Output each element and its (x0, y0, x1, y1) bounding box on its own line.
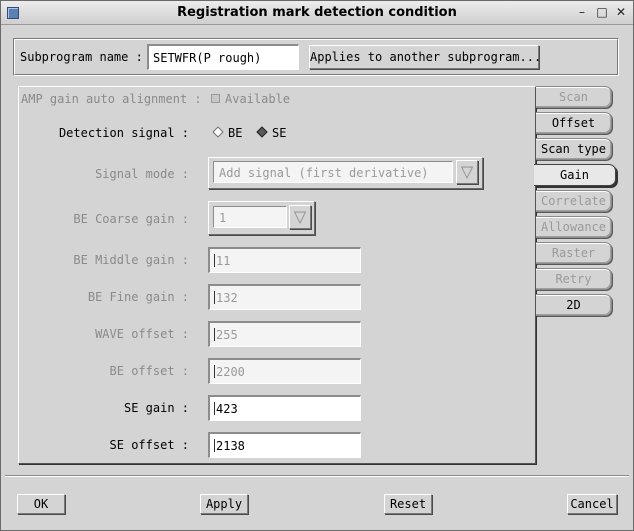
be-coarse-gain-select[interactable]: 1 ▽ (208, 201, 315, 235)
gain-value-input[interactable]: 423 (208, 395, 361, 421)
gain-value-input[interactable]: 2200 (208, 358, 361, 384)
reset-button[interactable]: Reset (384, 494, 432, 514)
ok-button[interactable]: OK (17, 494, 65, 514)
gain-value-text: 2200 (216, 365, 245, 379)
gain-value-text: 132 (216, 291, 238, 305)
be-coarse-gain-value: 1 (213, 206, 287, 228)
gain-field-label: WAVE offset : (95, 327, 189, 341)
cancel-button[interactable]: Cancel (567, 494, 617, 514)
amp-available-checkbox[interactable]: Available (211, 92, 290, 106)
title-bar[interactable]: Registration mark detection condition – … (1, 1, 633, 25)
chevron-down-icon[interactable]: ▽ (456, 160, 478, 184)
text-cursor (214, 402, 215, 415)
detection-signal-label: Detection signal : (58, 126, 189, 140)
signal-mode-select[interactable]: Add signal (first derivative) ▽ (208, 157, 483, 189)
gain-value-text: 11 (216, 254, 231, 268)
maximize-icon[interactable]: □ (595, 5, 609, 19)
be-option-label: BE (228, 126, 243, 140)
be-coarse-gain-label: BE Coarse gain : (73, 212, 189, 226)
applies-to-another-subprogram-button[interactable]: Applies to another subprogram... (309, 45, 541, 69)
gain-field-label: BE Fine gain : (87, 290, 189, 304)
gain-value-text: 2138 (216, 439, 245, 453)
chevron-down-icon[interactable]: ▽ (289, 205, 311, 229)
subprogram-label: Subprogram name : (20, 50, 143, 64)
text-cursor (214, 439, 215, 452)
gain-field-label: BE offset : (109, 364, 189, 378)
gain-value-text: 423 (216, 402, 238, 416)
signal-mode-label: Signal mode : (95, 167, 189, 181)
tab-gain[interactable]: Gain (534, 164, 616, 186)
gain-value-input[interactable]: 255 (208, 321, 361, 347)
detection-se-radio[interactable]: SE (256, 126, 287, 140)
checkbox-icon (211, 94, 220, 103)
radio-diamond-icon (212, 126, 224, 138)
close-icon[interactable]: ✕ (614, 5, 628, 19)
tab-raster[interactable]: Raster (536, 242, 612, 264)
gain-field-label: SE offset : (109, 438, 189, 452)
radio-diamond-selected-icon (256, 126, 268, 138)
gain-value-input[interactable]: 11 (208, 247, 361, 273)
signal-mode-value: Add signal (first derivative) (213, 161, 453, 183)
amp-available-label: Available (225, 92, 291, 106)
window-title: Registration mark detection condition (177, 5, 457, 20)
text-cursor (214, 328, 215, 341)
gain-value-input[interactable]: 2138 (208, 432, 361, 458)
dialog-window: Registration mark detection condition – … (0, 0, 634, 531)
minimize-icon[interactable]: – (575, 5, 589, 19)
tab-offset[interactable]: Offset (536, 112, 612, 134)
subprogram-name-field[interactable]: SETWFR(P rough) (147, 44, 299, 70)
text-cursor (214, 291, 215, 304)
gain-field-label: BE Middle gain : (73, 253, 189, 267)
tab-scan-type[interactable]: Scan type (536, 138, 612, 160)
tab-allowance[interactable]: Allowance (536, 216, 612, 238)
amp-gain-label: AMP gain auto alignment : (21, 92, 202, 106)
tab-scan[interactable]: Scan (536, 86, 612, 108)
separator (5, 475, 629, 477)
apply-button[interactable]: Apply (200, 494, 248, 514)
text-cursor (214, 254, 215, 267)
se-option-label: SE (272, 126, 287, 140)
tab-retry[interactable]: Retry (536, 268, 612, 290)
tab-2d[interactable]: 2D (536, 294, 612, 316)
tab-correlate[interactable]: Correlate (536, 190, 612, 212)
detection-be-radio[interactable]: BE (212, 126, 243, 140)
gain-field-label: SE gain : (123, 401, 189, 415)
gain-value-text: 255 (216, 328, 238, 342)
text-cursor (214, 365, 215, 378)
gain-value-input[interactable]: 132 (208, 284, 361, 310)
